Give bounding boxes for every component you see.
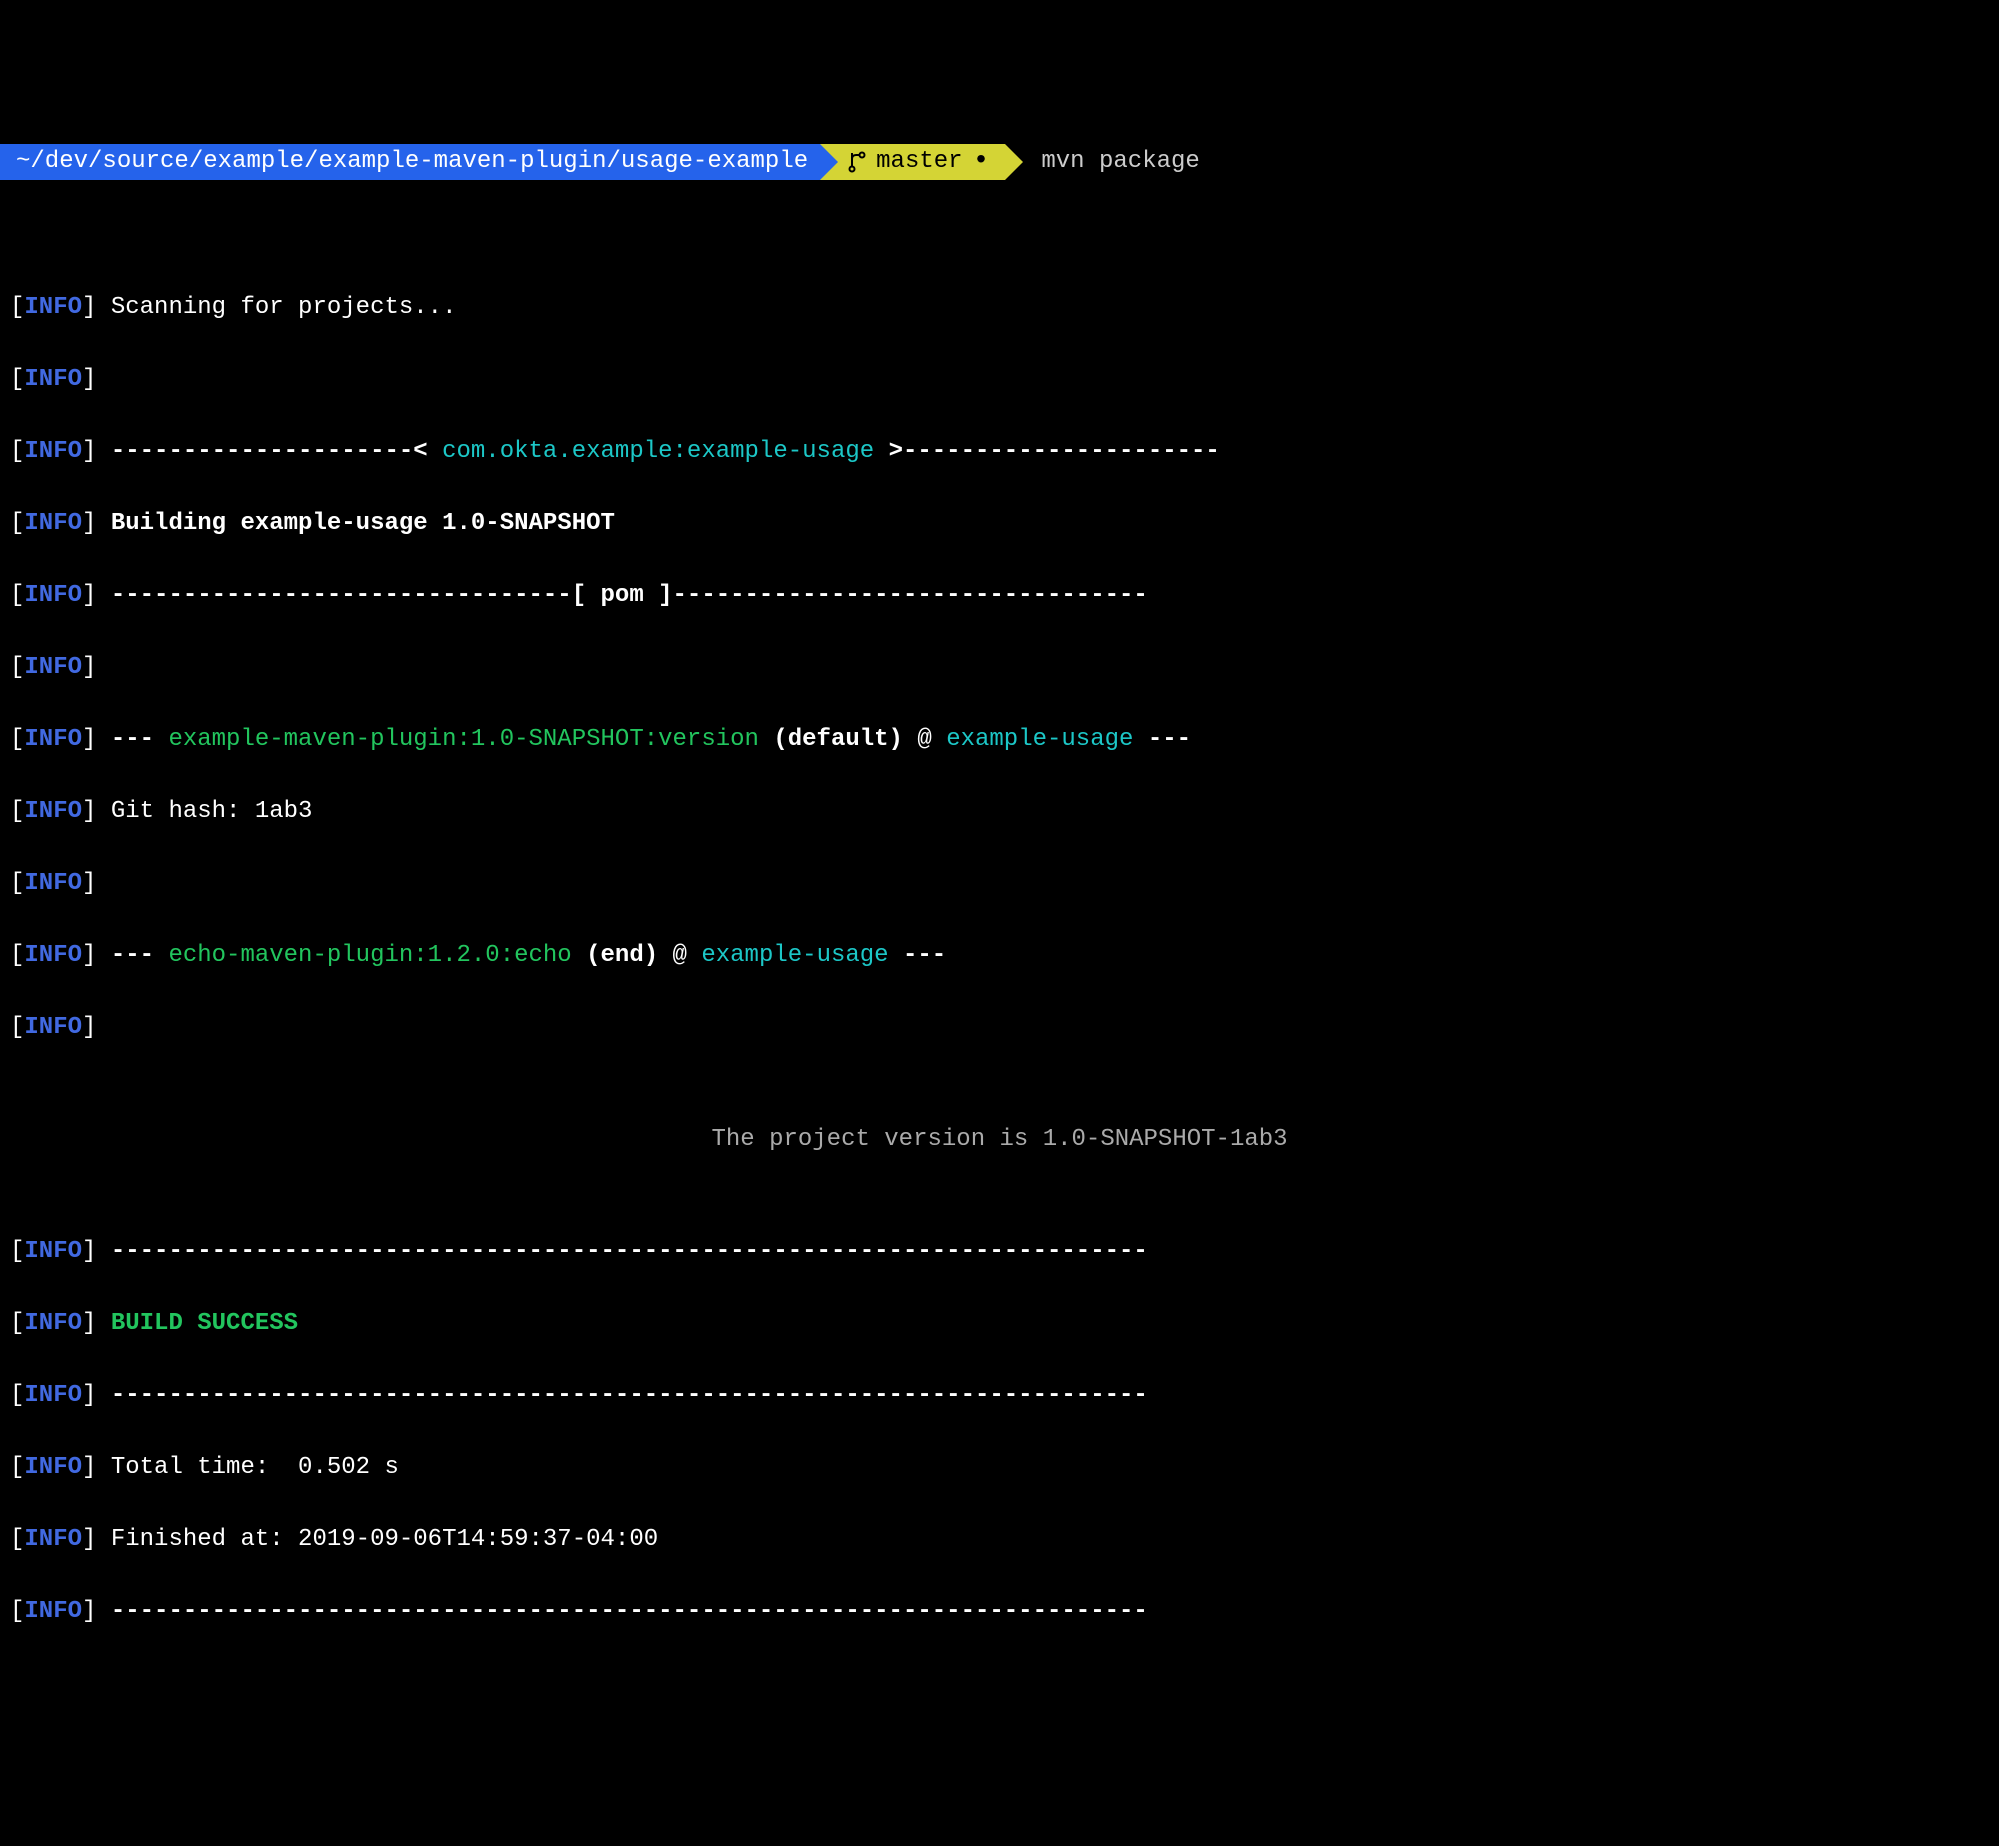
log-line: [INFO] ---------------------------------… xyxy=(10,1594,1989,1630)
plugin-target: example-usage xyxy=(946,726,1133,753)
log-line: [INFO] xyxy=(10,362,1989,398)
log-level: INFO xyxy=(24,654,82,681)
divider: ----------------------------------------… xyxy=(111,1238,1148,1265)
build-success: BUILD SUCCESS xyxy=(111,1310,298,1337)
log-level: INFO xyxy=(24,1310,82,1337)
log-line: [INFO] Scanning for projects... xyxy=(10,290,1989,326)
log-line: [INFO] ---------------------< com.okta.e… xyxy=(10,434,1989,470)
divider: ----------------------------------------… xyxy=(111,1598,1148,1625)
finished-at: Finished at: 2019-09-06T14:59:37-04:00 xyxy=(111,1526,658,1553)
divider: ----------------------------------------… xyxy=(111,1382,1148,1409)
log-level: INFO xyxy=(24,942,82,969)
log-level: INFO xyxy=(24,366,82,393)
git-hash-text: Git hash: 1ab3 xyxy=(111,798,313,825)
log-line: [INFO] BUILD SUCCESS xyxy=(10,1306,1989,1342)
log-level: INFO xyxy=(24,510,82,537)
log-level: INFO xyxy=(24,1238,82,1265)
log-line: [INFO] --- example-maven-plugin:1.0-SNAP… xyxy=(10,722,1989,758)
building-text: Building example-usage 1.0-SNAPSHOT xyxy=(111,510,615,537)
log-level: INFO xyxy=(24,1598,82,1625)
log-level: INFO xyxy=(24,294,82,321)
plugin-target: example-usage xyxy=(701,942,888,969)
log-line: [INFO] ---------------------------------… xyxy=(10,1234,1989,1270)
project-coords: com.okta.example:example-usage xyxy=(442,438,874,465)
log-level: INFO xyxy=(24,870,82,897)
prompt-bar: ~/dev/source/example/example-maven-plugi… xyxy=(0,144,1999,180)
log-level: INFO xyxy=(24,1454,82,1481)
plugin-goal: example-maven-plugin:1.0-SNAPSHOT:versio… xyxy=(168,726,759,753)
log-line: [INFO] ---------------------------------… xyxy=(10,1378,1989,1414)
log-line: [INFO] Total time: 0.502 s xyxy=(10,1450,1989,1486)
prompt-path-segment: ~/dev/source/example/example-maven-plugi… xyxy=(0,144,820,180)
cwd-path: ~/dev/source/example/example-maven-plugi… xyxy=(16,144,808,180)
log-line: [INFO] --- echo-maven-plugin:1.2.0:echo … xyxy=(10,938,1989,974)
log-line: [INFO] xyxy=(10,866,1989,902)
plugin-goal: echo-maven-plugin:1.2.0:echo xyxy=(168,942,571,969)
log-level: INFO xyxy=(24,726,82,753)
log-level: INFO xyxy=(24,1382,82,1409)
packaging-line: --------------------------------[ pom ]-… xyxy=(111,582,1148,609)
log-line: [INFO] xyxy=(10,650,1989,686)
git-branch-name: master xyxy=(876,144,962,180)
prompt-git-segment: master • xyxy=(820,144,1005,180)
total-time: Total time: 0.502 s xyxy=(111,1454,399,1481)
log-line: [INFO] xyxy=(10,1010,1989,1046)
echo-output: The project version is 1.0-SNAPSHOT-1ab3 xyxy=(10,1082,1989,1198)
log-line: [INFO] Git hash: 1ab3 xyxy=(10,794,1989,830)
log-level: INFO xyxy=(24,438,82,465)
log-level: INFO xyxy=(24,1526,82,1553)
log-level: INFO xyxy=(24,1014,82,1041)
git-branch-icon xyxy=(848,151,866,173)
log-level: INFO xyxy=(24,582,82,609)
log-line: [INFO] Building example-usage 1.0-SNAPSH… xyxy=(10,506,1989,542)
log-line: [INFO] Finished at: 2019-09-06T14:59:37-… xyxy=(10,1522,1989,1558)
log-text: Scanning for projects... xyxy=(111,294,457,321)
terminal-output: [INFO] Scanning for projects... [INFO] [… xyxy=(0,254,1999,1666)
log-level: INFO xyxy=(24,798,82,825)
prompt-command[interactable]: mvn package xyxy=(1005,144,1199,180)
log-line: [INFO] --------------------------------[… xyxy=(10,578,1989,614)
